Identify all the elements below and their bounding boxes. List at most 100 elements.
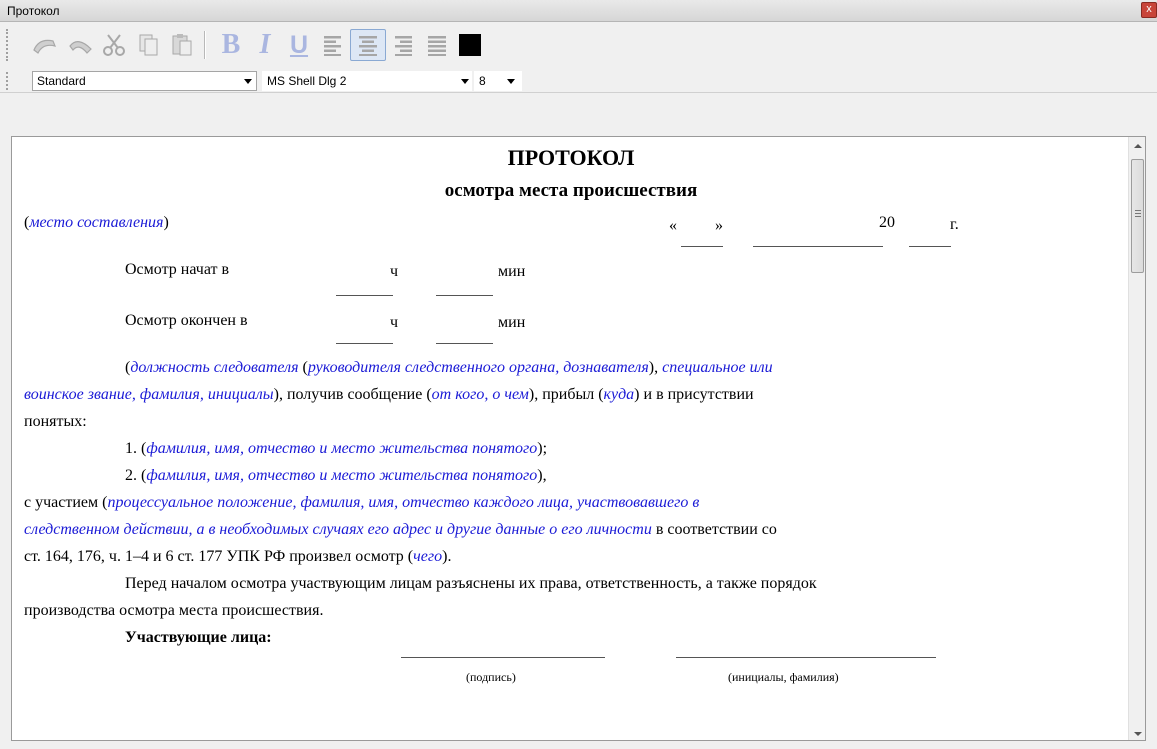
report-source-field: от кого, о чем [431, 386, 529, 403]
align-left-button[interactable] [315, 29, 351, 61]
underline-icon: U [289, 30, 309, 59]
toolbar-separator [204, 31, 206, 59]
font-toolbar: Standard MS Shell Dlg 2 8 [0, 69, 1157, 93]
paragraph-investigator-line2: воинское звание, фамилия, инициалы), пол… [24, 386, 754, 404]
text-color-button[interactable] [452, 29, 488, 61]
toolbar: B I U Standard MS Shell Dlg 2 8 [0, 23, 1157, 93]
arrow-up-icon [1133, 143, 1142, 148]
name-caption: (инициалы, фамилия) [728, 670, 839, 684]
toolbar-grip[interactable] [6, 72, 10, 90]
witness-1-end: ); [537, 440, 548, 457]
text-color-icon [459, 34, 481, 56]
in-presence-text: ) и в присутствии [634, 386, 754, 403]
arrival-place-field: куда [603, 386, 635, 403]
cut-button[interactable] [96, 29, 132, 61]
rights-line1: Перед началом осмотра участвующим лицам … [125, 575, 817, 592]
end-hour-blank[interactable] [336, 343, 393, 344]
start-hour-blank[interactable] [336, 295, 393, 296]
doc-subtitle: осмотра места происшествия [444, 180, 698, 201]
law-text-end: ). [442, 548, 452, 565]
italic-icon: I [259, 29, 271, 60]
cut-icon [103, 34, 125, 56]
close-button[interactable]: x [1141, 2, 1157, 18]
witness-1-line: 1. (фамилия, имя, отчество и место жител… [125, 440, 547, 458]
window-title: Протокол [7, 4, 60, 18]
paste-button[interactable] [164, 29, 200, 61]
align-justify-button[interactable] [419, 29, 455, 61]
received-report-text: ), получив сообщение ( [273, 386, 432, 403]
doc-title: ПРОТОКОЛ [507, 145, 635, 170]
close-icon: x [1146, 3, 1152, 15]
investigator-rank-field: специальное или [662, 359, 773, 376]
redo-button[interactable] [62, 29, 98, 61]
witnesses-label: понятых: [24, 413, 87, 430]
participation-line2: следственном действии, а в необходимых с… [24, 521, 777, 539]
witness-2-number: 2. ( [125, 467, 147, 484]
inspected-object-field: чего [413, 548, 443, 565]
participation-line1: с участием (процессуальное положение, фа… [24, 494, 699, 512]
month-blank[interactable] [753, 246, 883, 247]
investigator-head-field: руководителя следственного органа, дозна… [307, 359, 649, 376]
law-text: ст. 164, 176, ч. 1–4 и 6 ст. 177 УПК РФ … [24, 548, 414, 565]
chevron-down-icon [461, 79, 469, 84]
scroll-thumb[interactable] [1131, 159, 1144, 273]
font-select-value: MS Shell Dlg 2 [267, 74, 347, 88]
underline-button[interactable]: U [281, 29, 317, 61]
protocol-window: Протокол x B I U Standard MS Shell Dlg 2… [0, 0, 1157, 749]
start-min-blank[interactable] [436, 295, 493, 296]
date-open-quote: « [669, 217, 677, 234]
italic-button[interactable]: I [247, 29, 283, 61]
redo-icon [69, 41, 92, 54]
accordance-text: в соответствии со [651, 521, 777, 538]
scroll-down-button[interactable] [1129, 725, 1145, 740]
scroll-up-button[interactable] [1129, 137, 1145, 154]
start-hour-unit: ч [390, 263, 399, 280]
rights-line2: производства осмотра места происшествия. [24, 602, 324, 619]
align-right-button[interactable] [385, 29, 421, 61]
bold-button[interactable]: B [213, 29, 249, 61]
year-blank[interactable] [909, 246, 951, 247]
align-justify-icon [428, 36, 446, 56]
day-blank[interactable] [681, 246, 723, 247]
align-left-icon [324, 36, 341, 56]
end-min-blank[interactable] [436, 343, 493, 344]
size-select[interactable]: 8 [474, 71, 522, 91]
witness-2-line: 2. (фамилия, имя, отчество и место жител… [125, 467, 547, 485]
align-center-icon [359, 36, 377, 56]
start-label: Осмотр начат в [125, 261, 230, 278]
participants-heading: Участвующие лица: [125, 629, 272, 646]
undo-button[interactable] [27, 29, 63, 61]
copy-icon [139, 34, 158, 56]
start-min-unit: мин [498, 263, 526, 280]
formatting-toolbar: B I U [0, 23, 1157, 67]
bold-icon: B [221, 29, 241, 60]
witness-1-number: 1. ( [125, 440, 147, 457]
toolbar-grip[interactable] [6, 29, 10, 61]
grip-icon [1135, 210, 1141, 217]
chevron-down-icon [507, 79, 515, 84]
arrived-text: ), прибыл ( [528, 386, 604, 403]
style-select[interactable]: Standard [32, 71, 257, 91]
vertical-scrollbar[interactable] [1128, 137, 1145, 740]
style-select-value: Standard [37, 74, 86, 88]
signature-blank[interactable] [401, 657, 605, 658]
align-center-button[interactable] [350, 29, 386, 61]
name-blank[interactable] [676, 657, 936, 658]
undo-icon [33, 39, 56, 54]
participation-text: с участием ( [24, 494, 108, 511]
font-select[interactable]: MS Shell Dlg 2 [262, 71, 472, 91]
paste-icon [172, 34, 192, 56]
investigator-position-field: должность следователя [130, 359, 299, 376]
witness-1-field: фамилия, имя, отчество и место жительств… [146, 440, 538, 457]
document-area[interactable]: ПРОТОКОЛ осмотра места происшествия (мес… [11, 136, 1146, 741]
chevron-down-icon [244, 79, 252, 84]
participants-field-b: следственном действии, а в необходимых с… [24, 521, 652, 538]
end-hour-unit: ч [390, 314, 399, 331]
place-line: (место составления) [24, 214, 169, 231]
end-min-unit: мин [498, 314, 526, 331]
copy-button[interactable] [130, 29, 166, 61]
investigator-name-field: воинское звание, фамилия, инициалы [24, 386, 274, 403]
document-page[interactable]: ПРОТОКОЛ осмотра места происшествия (мес… [12, 137, 1130, 740]
place-field: место составления [29, 214, 164, 231]
law-line: ст. 164, 176, ч. 1–4 и 6 ст. 177 УПК РФ … [24, 548, 451, 566]
